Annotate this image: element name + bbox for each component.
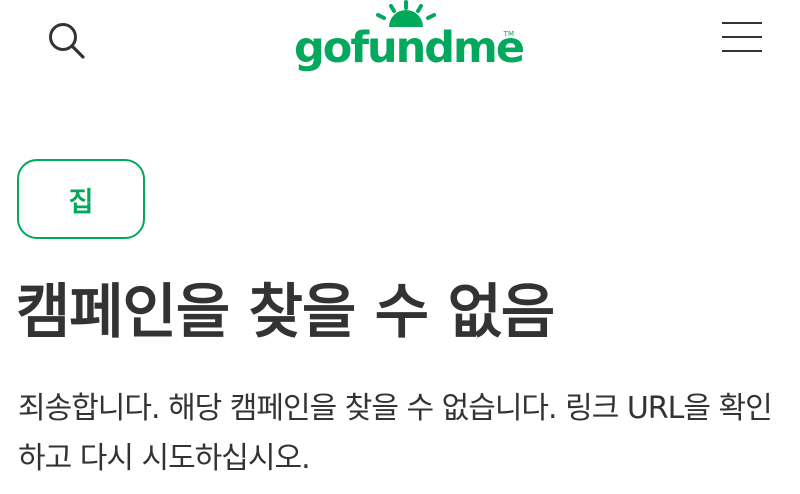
logo-trademark: TM bbox=[503, 30, 514, 38]
home-button[interactable]: 집 bbox=[17, 159, 145, 239]
search-button[interactable] bbox=[42, 16, 90, 64]
error-message: 죄송합니다. 해당 캠페인을 찾을 수 없습니다. 링크 URL을 확인하고 다… bbox=[18, 391, 773, 476]
gofundme-logo[interactable]: gofundme TM bbox=[294, 0, 525, 80]
page-title: 캠페인을 찾을 수 없음 bbox=[16, 277, 555, 346]
menu-button[interactable] bbox=[718, 16, 768, 60]
page: gofundme TM 집 캠페인을 찾을 수 없음 죄송합니다. 해당 캠페인… bbox=[0, 0, 800, 494]
search-icon bbox=[49, 23, 85, 59]
site-header: gofundme TM bbox=[0, 0, 800, 90]
logo-wordmark: gofundme bbox=[294, 23, 525, 73]
